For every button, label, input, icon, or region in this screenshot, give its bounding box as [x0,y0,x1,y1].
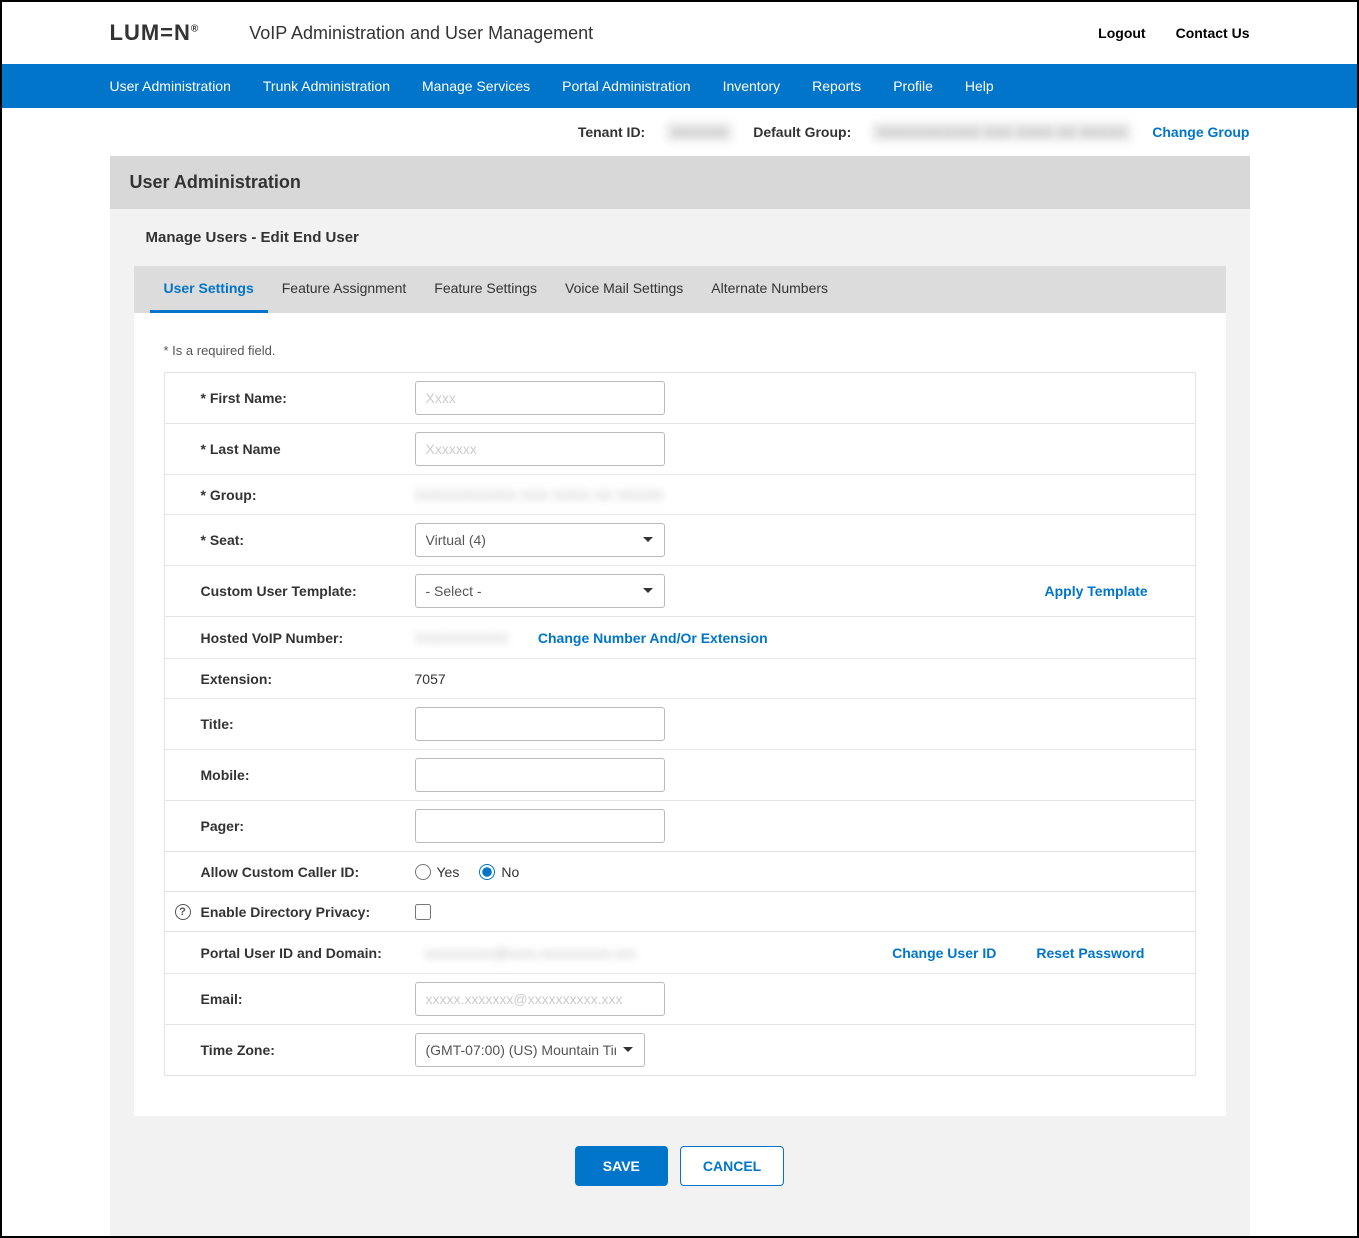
portal-uid-value: xxxxxxxxxx@xxxx.xxxxxxxxxx.xxx [425,945,655,961]
custom-template-label: Custom User Template: [165,583,415,599]
mobile-input[interactable] [415,758,665,792]
logout-link[interactable]: Logout [1098,25,1145,41]
extension-label: Extension: [165,671,415,687]
hosted-voip-label: Hosted VoIP Number: [165,630,415,646]
tenant-id-label: Tenant ID: [578,124,645,140]
enable-dir-privacy-checkbox[interactable] [415,904,431,920]
timezone-select[interactable]: (GMT-07:00) (US) Mountain Time [415,1033,645,1067]
nav-trunk-administration[interactable]: Trunk Administration [263,78,390,94]
pager-label: Pager: [165,818,415,834]
email-label: Email: [165,991,415,1007]
portal-uid-label: Portal User ID and Domain: [165,945,425,961]
last-name-input[interactable] [415,432,665,466]
timezone-label: Time Zone: [165,1042,415,1058]
save-button[interactable]: SAVE [575,1146,668,1186]
custom-template-select[interactable]: - Select - [415,574,665,608]
tenant-info-row: Tenant ID: XXXXXX Default Group: XXXXXXX… [110,108,1250,156]
tab-user-settings[interactable]: User Settings [150,266,268,313]
tab-alternate-numbers[interactable]: Alternate Numbers [697,266,842,313]
cancel-button[interactable]: CANCEL [680,1146,784,1186]
tabs-row: User Settings Feature Assignment Feature… [134,266,1226,313]
title-label: Title: [165,716,415,732]
cid-no-option[interactable]: No [479,864,519,880]
nav-inventory[interactable]: Inventory [723,78,781,94]
seat-label: * Seat: [165,532,415,548]
seat-select[interactable]: Virtual (4) [415,523,665,557]
extension-value: 7057 [415,671,446,687]
default-group-label: Default Group: [753,124,851,140]
tab-container: User Settings Feature Assignment Feature… [134,266,1226,1116]
cid-no-radio[interactable] [479,864,495,880]
email-input[interactable] [415,982,665,1016]
app-title: VoIP Administration and User Management [249,23,1098,44]
contact-us-link[interactable]: Contact Us [1176,25,1250,41]
nav-reports[interactable]: Reports [812,78,861,94]
default-group-value: XXXXXXXXXXX XXX XXXX XX XXXXX [871,122,1132,142]
tab-voice-mail-settings[interactable]: Voice Mail Settings [551,266,697,313]
reset-password-link[interactable]: Reset Password [1036,945,1144,961]
content-wrap: User Administration Manage Users - Edit … [110,156,1250,1236]
lumen-logo: LUM=N® [110,20,200,46]
required-note: * Is a required field. [164,343,1196,358]
change-user-id-link[interactable]: Change User ID [892,945,996,961]
cid-yes-radio[interactable] [415,864,431,880]
cid-yes-option[interactable]: Yes [415,864,460,880]
hosted-voip-value: XXXXXXXXXX [415,630,508,646]
nav-user-administration[interactable]: User Administration [110,78,231,94]
pager-input[interactable] [415,809,665,843]
group-value: XXXXXXXXXXX XXX XXXX XX XXXXX [415,487,664,503]
change-group-link[interactable]: Change Group [1152,124,1249,140]
change-number-link[interactable]: Change Number And/Or Extension [538,630,768,646]
app-header: LUM=N® VoIP Administration and User Mana… [110,2,1250,64]
enable-dir-privacy-label: Enable Directory Privacy: [165,904,415,920]
first-name-label: * First Name: [165,390,415,406]
nav-portal-administration[interactable]: Portal Administration [562,78,690,94]
main-nav: User Administration Trunk Administration… [2,64,1357,108]
section-title: User Administration [110,156,1250,209]
apply-template-link[interactable]: Apply Template [1045,583,1148,599]
tab-feature-settings[interactable]: Feature Settings [420,266,551,313]
form-area: * Is a required field. * First Name: * L… [134,313,1226,1116]
help-icon[interactable]: ? [175,904,191,920]
mobile-label: Mobile: [165,767,415,783]
first-name-input[interactable] [415,381,665,415]
title-input[interactable] [415,707,665,741]
form-buttons: SAVE CANCEL [110,1116,1250,1196]
user-settings-form: * First Name: * Last Name * Group: XXXXX… [164,372,1196,1076]
group-label: * Group: [165,487,415,503]
tenant-id-value: XXXXXX [665,122,733,142]
allow-custom-cid-label: Allow Custom Caller ID: [165,864,415,880]
nav-profile[interactable]: Profile [893,78,933,94]
last-name-label: * Last Name [165,441,415,457]
section-subtitle: Manage Users - Edit End User [110,209,1250,266]
allow-custom-cid-radio-group: Yes No [415,864,520,880]
nav-manage-services[interactable]: Manage Services [422,78,530,94]
tab-feature-assignment[interactable]: Feature Assignment [268,266,421,313]
nav-help[interactable]: Help [965,78,994,94]
